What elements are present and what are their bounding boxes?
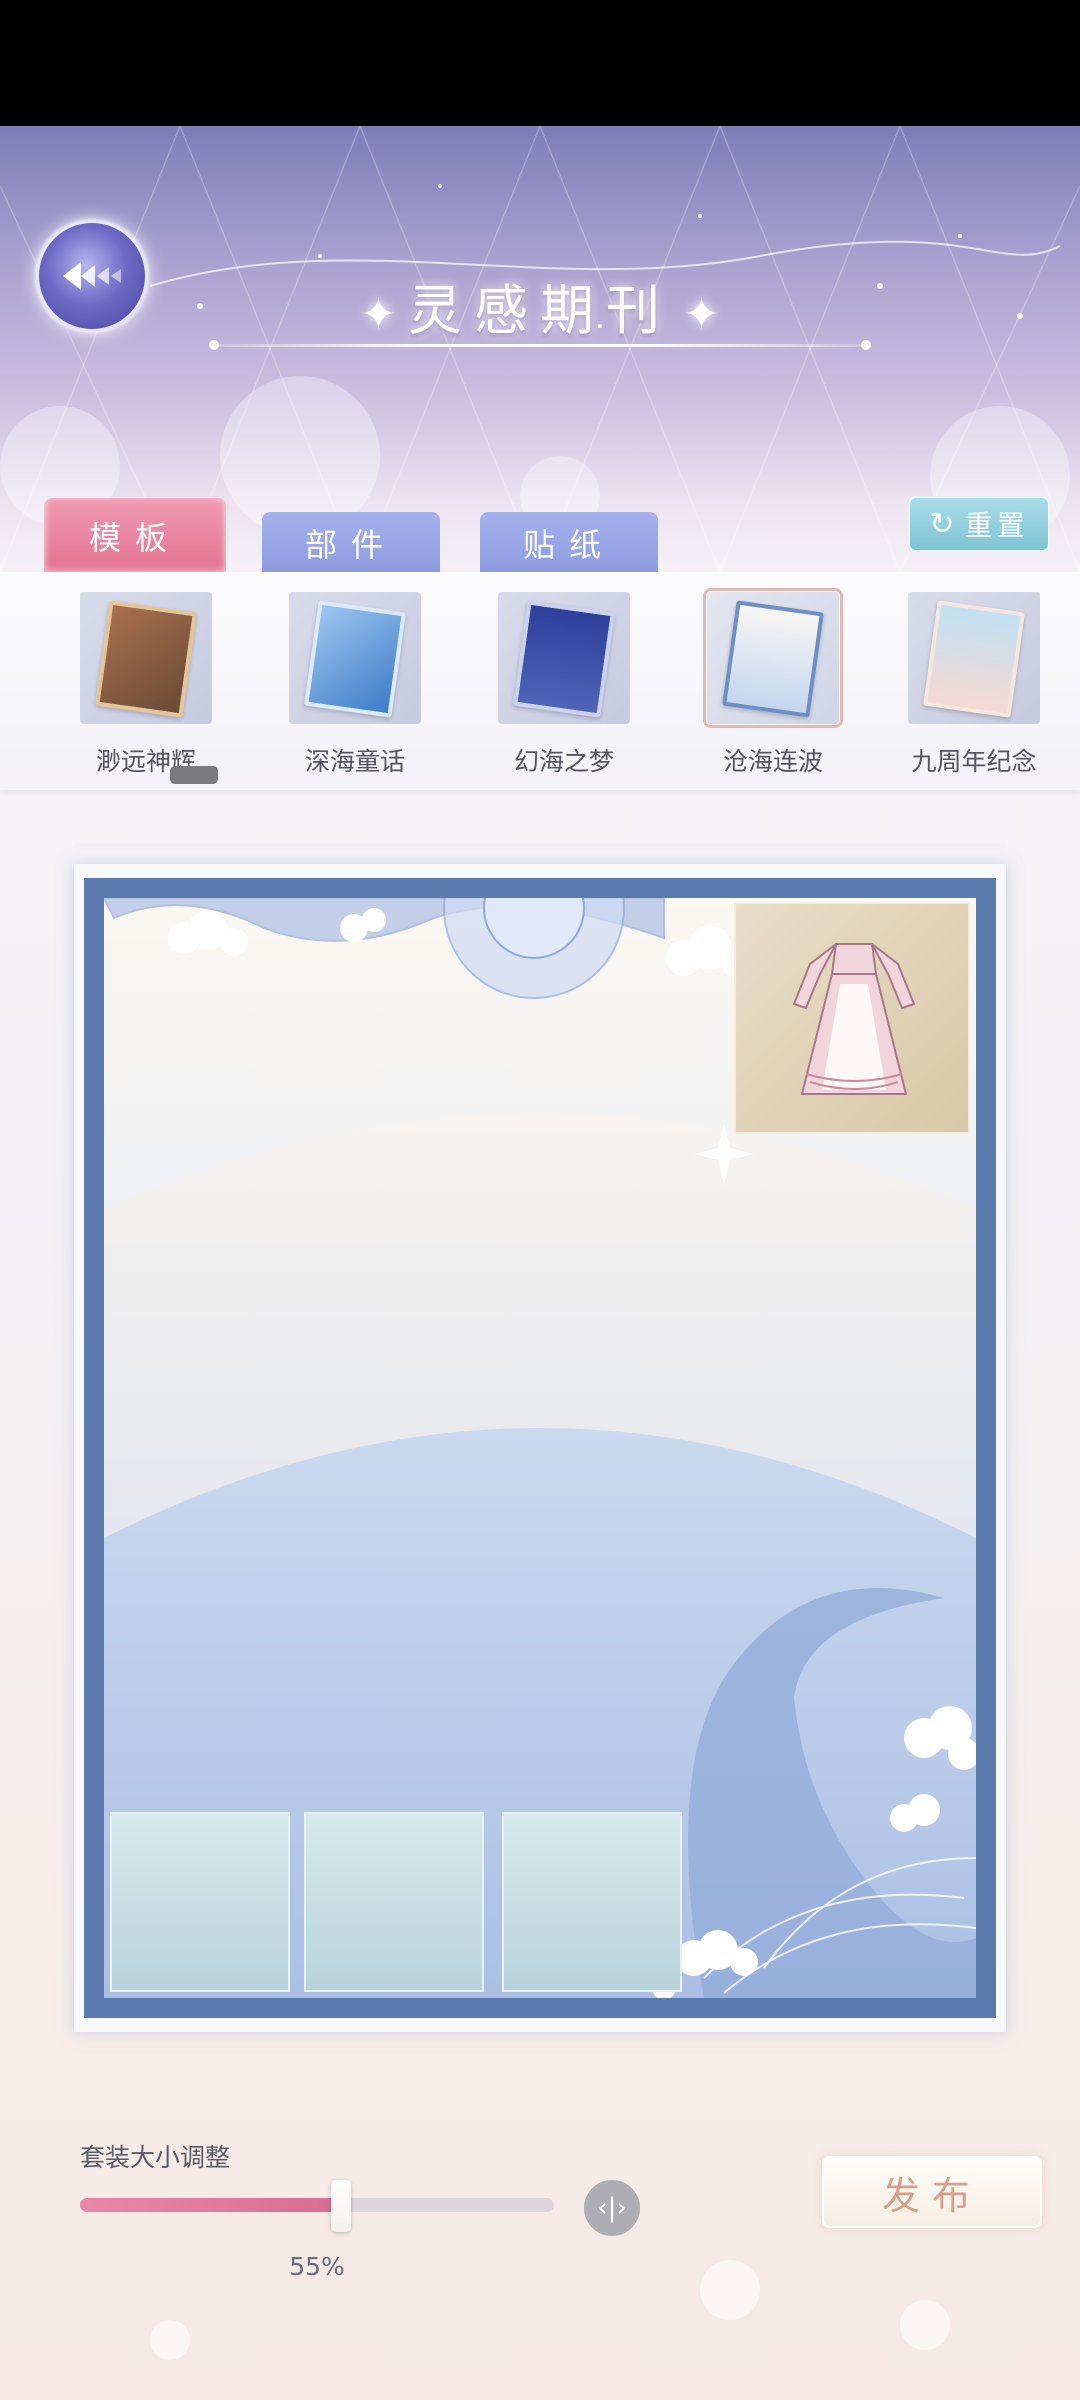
refresh-icon: ↻ — [929, 506, 959, 542]
tab-stickers[interactable]: 贴纸 — [480, 512, 658, 574]
template-thumbnail — [289, 592, 421, 724]
bokeh-decoration — [700, 2260, 760, 2320]
status-bar — [0, 0, 1080, 126]
size-adjust-label: 套装大小调整 — [80, 2143, 231, 2172]
photo-slot[interactable] — [304, 1812, 484, 1992]
reset-button[interactable]: ↻ 重置 — [908, 496, 1050, 552]
template-item[interactable]: 幻海之梦 — [484, 592, 644, 778]
template-item[interactable]: 渺远神辉 — [66, 592, 226, 778]
bokeh-decoration — [150, 2320, 190, 2360]
slider-thumb[interactable] — [331, 2180, 351, 2232]
template-item[interactable]: 深海童话 — [275, 592, 435, 778]
split-arrows-icon[interactable]: ‹|› — [584, 2180, 640, 2236]
back-button[interactable] — [36, 220, 148, 332]
size-value: 55% — [289, 2252, 345, 2281]
template-thumbnail — [80, 592, 212, 724]
star-icon: ✦ — [683, 289, 720, 340]
template-thumbnail — [498, 592, 630, 724]
title-underline — [209, 340, 871, 350]
template-thumbnail — [703, 588, 843, 728]
template-label: 幻海之梦 — [513, 747, 614, 776]
template-list: 渺远神辉 深海童话 幻海之梦 沧海连波 九周年纪念 — [0, 572, 1080, 790]
template-thumbnail — [908, 592, 1040, 724]
back-arrows-icon — [63, 262, 121, 290]
photo-slot[interactable] — [502, 1812, 682, 1992]
template-label: 深海童话 — [304, 747, 405, 776]
tab-parts[interactable]: 部件 — [262, 512, 440, 574]
bokeh-decoration — [900, 2300, 950, 2350]
title-container: ✦ 灵感期刊 ✦ — [210, 266, 870, 366]
template-item-selected[interactable]: 沧海连波 — [693, 588, 853, 778]
scroll-indicator[interactable] — [170, 766, 218, 784]
star-icon: ✦ — [360, 289, 397, 340]
publish-button[interactable]: 发布 — [822, 2156, 1042, 2228]
size-slider[interactable] — [80, 2198, 554, 2212]
slider-fill — [80, 2198, 341, 2212]
dress-icon — [792, 943, 916, 1095]
template-label: 九周年纪念 — [911, 747, 1037, 776]
page-title: 灵感期刊 — [408, 279, 672, 342]
reset-label: 重置 — [964, 509, 1029, 542]
tab-template[interactable]: 模板 — [44, 498, 226, 574]
template-label: 沧海连波 — [722, 747, 823, 776]
outfit-slot[interactable] — [734, 902, 970, 1134]
photo-slot[interactable] — [110, 1812, 290, 1992]
template-item[interactable]: 九周年纪念 — [894, 592, 1054, 778]
